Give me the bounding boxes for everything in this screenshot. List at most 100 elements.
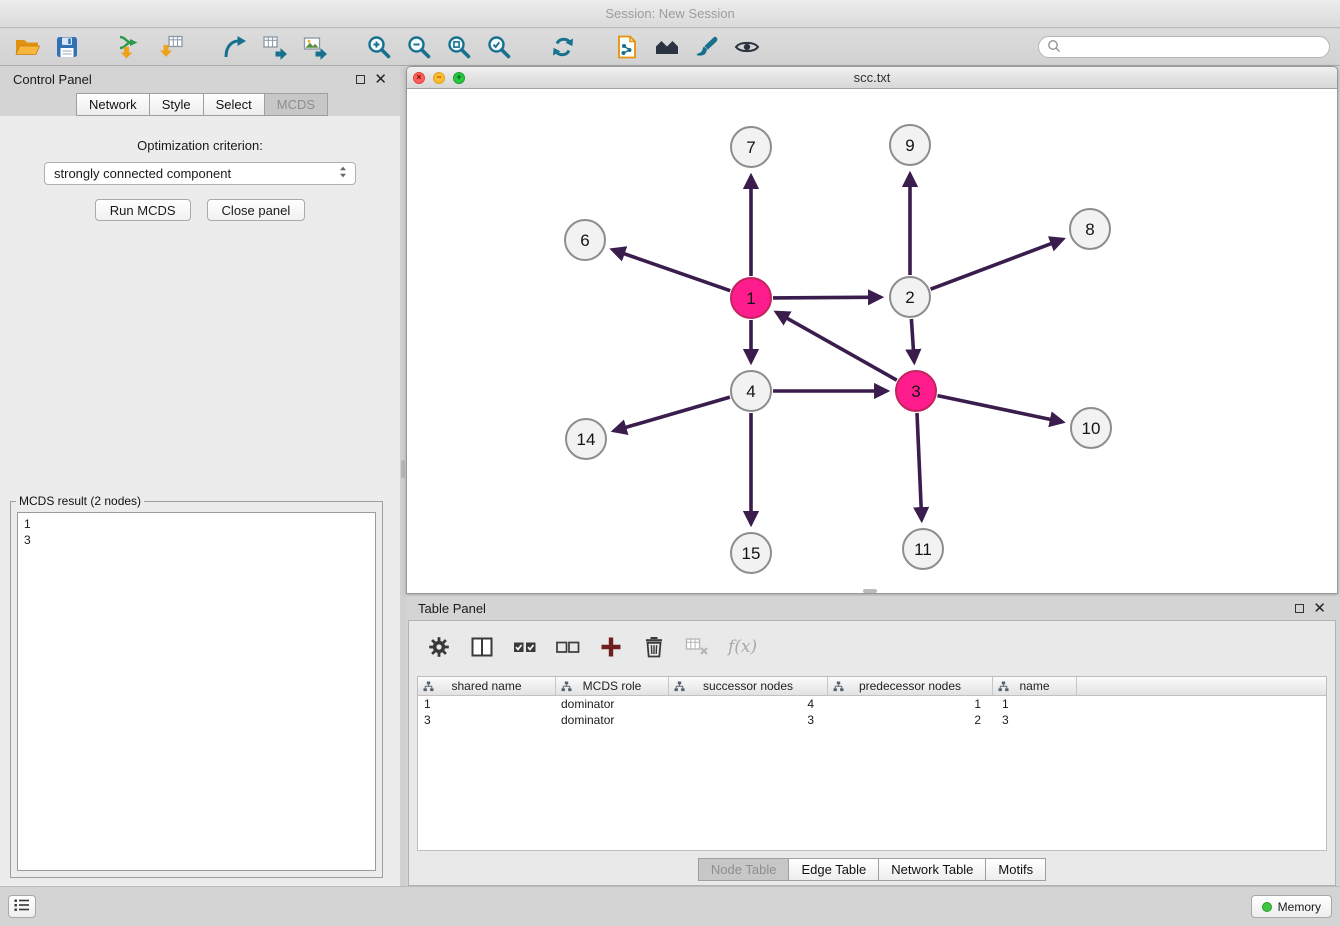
cell-shared-name[interactable]: 1 [418, 696, 556, 712]
gear-icon[interactable] [425, 633, 453, 661]
column-header-mcds-role[interactable]: MCDS role [556, 677, 669, 695]
zoom-fit-icon[interactable] [442, 32, 476, 62]
control-panel-tabs: NetworkStyleSelectMCDS [0, 92, 400, 116]
edge-3-1[interactable] [776, 312, 897, 380]
edge-2-3[interactable] [911, 319, 914, 362]
table-row[interactable]: 3dominator323 [418, 712, 1326, 728]
node-2[interactable]: 2 [890, 277, 930, 317]
cell-predecessor-nodes[interactable]: 2 [828, 712, 993, 728]
node-1[interactable]: 1 [731, 278, 771, 318]
node-3[interactable]: 3 [896, 371, 936, 411]
status-bar: Memory [0, 886, 1340, 926]
table-panel-body: f(x) shared nameMCDS rolesuccessor nodes… [408, 620, 1336, 886]
list-icon [13, 897, 31, 916]
analyzer-icon[interactable] [650, 32, 684, 62]
memory-button[interactable]: Memory [1251, 895, 1332, 918]
edge-2-8[interactable] [931, 239, 1063, 289]
panel-menu-button[interactable] [8, 895, 36, 918]
edge-3-10[interactable] [938, 396, 1063, 422]
column-header-shared-name[interactable]: shared name [418, 677, 556, 695]
search-box[interactable] [1038, 36, 1330, 58]
node-10[interactable]: 10 [1071, 408, 1111, 448]
table-tab-node-table[interactable]: Node Table [698, 858, 789, 881]
minimize-window-icon[interactable]: − [433, 72, 445, 84]
window-titlebar[interactable]: Session: New Session [0, 0, 1340, 28]
mcds-result-groupbox: MCDS result (2 nodes) 13 [10, 494, 383, 878]
mcds-result-item[interactable]: 3 [24, 532, 369, 548]
export-network-icon[interactable] [218, 32, 252, 62]
cell-successor-nodes[interactable]: 4 [669, 696, 828, 712]
add-icon[interactable] [597, 633, 625, 661]
mcds-result-item[interactable]: 1 [24, 516, 369, 532]
table-row[interactable]: 1dominator411 [418, 696, 1326, 712]
node-6[interactable]: 6 [565, 220, 605, 260]
float-table-panel-icon[interactable] [1295, 604, 1304, 613]
trash-icon[interactable] [640, 633, 668, 661]
zoom-in-icon[interactable] [362, 32, 396, 62]
open-folder-icon[interactable] [10, 32, 44, 62]
column-header-predecessor-nodes[interactable]: predecessor nodes [828, 677, 993, 695]
close-panel-icon[interactable]: ✕ [374, 75, 387, 84]
table-panel-tabs: Node TableEdge TableNetwork TableMotifs [409, 858, 1335, 881]
columns-icon[interactable] [468, 633, 496, 661]
node-7[interactable]: 7 [731, 127, 771, 167]
refresh-icon[interactable] [546, 32, 580, 62]
edge-3-11[interactable] [917, 413, 922, 520]
zoom-selected-icon[interactable] [482, 32, 516, 62]
table-tab-motifs[interactable]: Motifs [985, 858, 1046, 881]
node-4[interactable]: 4 [731, 371, 771, 411]
control-tab-style[interactable]: Style [149, 93, 203, 116]
node-label: 14 [577, 430, 596, 449]
mcds-result-list[interactable]: 13 [17, 512, 376, 871]
style-brush-icon[interactable] [690, 32, 724, 62]
graph-canvas[interactable]: 7 9 6 8 1 2 4 3 14 10 15 11 [407, 89, 1337, 593]
import-network-icon[interactable] [114, 32, 148, 62]
cell-name[interactable]: 3 [993, 712, 1077, 728]
edge-1-2[interactable] [773, 297, 881, 298]
node-9[interactable]: 9 [890, 125, 930, 165]
search-input[interactable] [1065, 40, 1321, 54]
criterion-dropdown[interactable]: strongly connected component [44, 162, 356, 185]
horizontal-scrollbar-thumb[interactable] [863, 589, 877, 593]
node-label: 4 [746, 382, 755, 401]
node-14[interactable]: 14 [566, 419, 606, 459]
unselect-all-icon[interactable] [554, 633, 582, 661]
table-tab-network-table[interactable]: Network Table [878, 858, 985, 881]
node-8[interactable]: 8 [1070, 209, 1110, 249]
close-table-panel-icon[interactable]: ✕ [1313, 604, 1326, 613]
zoom-out-icon[interactable] [402, 32, 436, 62]
cell-successor-nodes[interactable]: 3 [669, 712, 828, 728]
cell-name[interactable]: 1 [993, 696, 1077, 712]
close-window-icon[interactable]: × [413, 72, 425, 84]
zoom-window-icon[interactable]: + [453, 72, 465, 84]
export-table-icon[interactable] [258, 32, 292, 62]
close-panel-button[interactable]: Close panel [207, 199, 306, 221]
edge-1-6[interactable] [612, 250, 730, 291]
eye-icon[interactable] [730, 32, 764, 62]
node-table: shared nameMCDS rolesuccessor nodesprede… [417, 676, 1327, 851]
table-tab-edge-table[interactable]: Edge Table [788, 858, 878, 881]
export-image-icon[interactable] [298, 32, 332, 62]
control-panel-title: Control Panel [13, 72, 92, 87]
table-header-row: shared nameMCDS rolesuccessor nodesprede… [418, 677, 1326, 696]
edge-4-14[interactable] [614, 397, 730, 431]
doc-network-icon[interactable] [610, 32, 644, 62]
cell-predecessor-nodes[interactable]: 1 [828, 696, 993, 712]
column-header-name[interactable]: name [993, 677, 1077, 695]
control-tab-select[interactable]: Select [203, 93, 264, 116]
import-table-icon[interactable] [154, 32, 188, 62]
control-tab-network[interactable]: Network [76, 93, 149, 116]
splitter-handle[interactable] [401, 460, 405, 478]
cell-mcds-role[interactable]: dominator [556, 696, 669, 712]
cell-mcds-role[interactable]: dominator [556, 712, 669, 728]
select-all-icon[interactable] [511, 633, 539, 661]
save-icon[interactable] [50, 32, 84, 62]
column-header-successor-nodes[interactable]: successor nodes [669, 677, 828, 695]
node-15[interactable]: 15 [731, 533, 771, 573]
node-11[interactable]: 11 [903, 529, 943, 569]
cell-shared-name[interactable]: 3 [418, 712, 556, 728]
control-tab-mcds[interactable]: MCDS [264, 93, 328, 116]
run-mcds-button[interactable]: Run MCDS [95, 199, 191, 221]
network-window-titlebar[interactable]: scc.txt × − + [407, 67, 1337, 89]
float-panel-icon[interactable] [356, 75, 365, 84]
